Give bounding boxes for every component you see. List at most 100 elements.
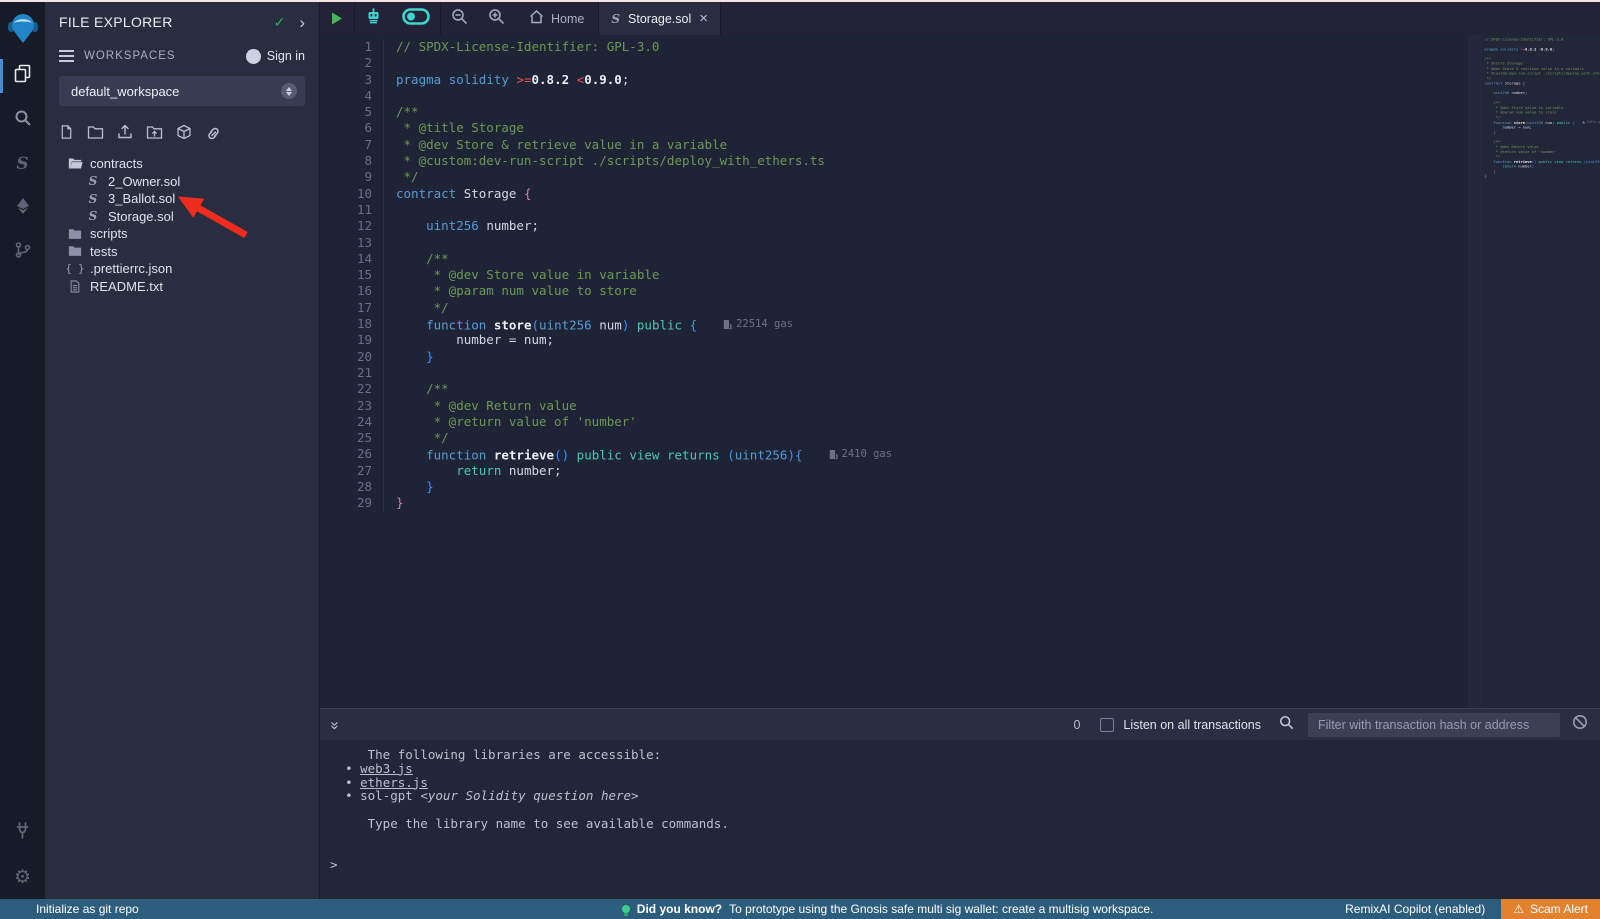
solidity-icon: S (85, 175, 101, 187)
upload-file-icon[interactable] (117, 124, 133, 145)
ai-copilot-toggle[interactable] (392, 2, 440, 35)
terminal-link-web3js[interactable]: web3.js (360, 761, 413, 776)
listen-all-transactions-checkbox[interactable] (1100, 718, 1114, 732)
solidity-file-icon: S (611, 13, 620, 25)
gear-icon: ⚙ (14, 868, 31, 887)
line-number: 17 (320, 300, 372, 316)
line-number: 12 (320, 218, 372, 234)
terminal-line: • ethers.js (330, 776, 1600, 790)
panel-expand-chevron-icon[interactable]: › (299, 14, 305, 31)
editor-scrollbar[interactable] (1468, 35, 1482, 708)
tree-item-3-ballot-sol[interactable]: S3_Ballot.sol (45, 190, 319, 208)
zoom-in-button[interactable] (478, 2, 515, 35)
code-line-19[interactable]: 19 number = num; (320, 332, 1468, 348)
terminal-line: • sol-gpt <your Solidity question here> (330, 789, 1600, 803)
line-number: 11 (320, 202, 372, 218)
workspaces-menu-icon[interactable] (59, 50, 74, 62)
line-number: 1 (320, 39, 372, 55)
tree-item-label: Storage.sol (108, 209, 174, 224)
code-line-20[interactable]: 20 } (320, 349, 1468, 365)
tree-item-contracts[interactable]: contracts (45, 155, 319, 173)
tree-item-2-owner-sol[interactable]: S2_Owner.sol (45, 173, 319, 191)
remix-logo-icon[interactable] (0, 2, 45, 54)
zoom-out-icon (451, 8, 468, 30)
terminal-header: » 0 Listen on all transactions (320, 708, 1600, 740)
sidebar-item-solidity-compiler[interactable]: S (0, 142, 45, 186)
terminal-link-ethersjs[interactable]: ethers.js (360, 775, 428, 790)
git-init-button[interactable]: Initialize as git repo (0, 902, 430, 916)
code-line-14[interactable]: 14 /** (320, 251, 1468, 267)
terminal[interactable]: The following libraries are accessible: … (320, 740, 1600, 899)
code-line-24[interactable]: 24 * @return value of 'number' (320, 414, 1468, 430)
code-line-29[interactable]: 29} (320, 495, 1468, 511)
code-line-21[interactable]: 21 (320, 365, 1468, 381)
workspace-select[interactable]: default_workspace (59, 76, 305, 106)
listen-all-transactions-label[interactable]: Listen on all transactions (1123, 718, 1261, 732)
transaction-filter-input[interactable] (1308, 713, 1560, 737)
panel-title: FILE EXPLORER (59, 14, 173, 30)
sidebar-item-search[interactable] (0, 98, 45, 142)
minimap[interactable]: // SPDX-License-Identifier: GPL-3.0pragm… (1482, 35, 1600, 708)
code-line-22[interactable]: 22 /** (320, 381, 1468, 397)
tab-close-icon[interactable]: × (699, 11, 708, 26)
clear-console-icon[interactable] (1572, 714, 1588, 735)
code-line-25[interactable]: 25 */ (320, 430, 1468, 446)
new-file-icon[interactable] (59, 124, 74, 145)
ai-assistant-button[interactable] (355, 2, 392, 35)
terminal-line (330, 803, 1600, 817)
tree-item-scripts[interactable]: scripts (45, 225, 319, 243)
code-line-10[interactable]: 10contract Storage { (320, 186, 1468, 202)
code-line-2[interactable]: 2 (320, 55, 1468, 71)
code-line-15[interactable]: 15 * @dev Store value in variable (320, 267, 1468, 283)
toggle-on-icon (402, 8, 430, 30)
terminal-line (330, 845, 1600, 859)
code-line-11[interactable]: 11 (320, 202, 1468, 218)
tree-item-storage-sol[interactable]: SStorage.sol (45, 208, 319, 226)
sidebar-item-git[interactable] (0, 230, 45, 274)
tree-item-label: 3_Ballot.sol (108, 191, 175, 206)
code-line-6[interactable]: 6 * @title Storage (320, 120, 1468, 136)
code-line-17[interactable]: 17 */ (320, 300, 1468, 316)
scam-alert-button[interactable]: ⚠ Scam Alert (1501, 899, 1600, 919)
code-line-8[interactable]: 8 * @custom:dev-run-script ./scripts/dep… (320, 153, 1468, 169)
code-line-18[interactable]: 18 function store(uint256 num) public {2… (320, 316, 1468, 332)
code-line-7[interactable]: 7 * @dev Store & retrieve value in a var… (320, 137, 1468, 153)
line-number: 29 (320, 495, 372, 511)
new-folder-icon[interactable] (87, 125, 104, 145)
sidebar-item-settings[interactable]: ⚙ (0, 855, 45, 899)
code-line-28[interactable]: 28 } (320, 479, 1468, 495)
upload-folder-icon[interactable] (146, 125, 163, 145)
code-line-4[interactable]: 4 (320, 88, 1468, 104)
sidebar-item-deploy-and-run[interactable] (0, 186, 45, 230)
tree-item-tests[interactable]: tests (45, 243, 319, 261)
check-icon: ✓ (274, 14, 286, 31)
code-line-13[interactable]: 13 (320, 235, 1468, 251)
tree-item-prettierrc-json[interactable]: { }.prettierrc.json (45, 260, 319, 278)
code-editor[interactable]: 1// SPDX-License-Identifier: GPL-3.023pr… (320, 35, 1600, 708)
code-line-23[interactable]: 23 * @dev Return value (320, 398, 1468, 414)
code-line-9[interactable]: 9 */ (320, 169, 1468, 185)
link-icon[interactable] (205, 125, 222, 145)
tab-storage-sol[interactable]: S Storage.sol × (599, 2, 721, 35)
sign-in-button[interactable]: Sign in (246, 49, 305, 64)
solidity-compiler-icon: S (16, 156, 28, 173)
code-line-16[interactable]: 16 * @param num value to store (320, 283, 1468, 299)
cube-icon[interactable] (176, 124, 192, 145)
code-line-27[interactable]: 27 return number; (320, 463, 1468, 479)
tree-item-readme-txt[interactable]: README.txt (45, 278, 319, 296)
code-line-1[interactable]: 1// SPDX-License-Identifier: GPL-3.0 (320, 39, 1468, 55)
run-script-button[interactable] (320, 2, 354, 35)
home-tab[interactable]: Home (515, 2, 598, 35)
sidebar-item-file-explorer[interactable] (0, 54, 45, 98)
terminal-collapse-icon[interactable]: » (327, 721, 344, 727)
code-line-3[interactable]: 3pragma solidity >=0.8.2 <0.9.0; (320, 72, 1468, 88)
zoom-out-button[interactable] (441, 2, 478, 35)
line-number: 16 (320, 283, 372, 299)
line-number: 26 (320, 446, 372, 462)
sidebar-item-plugin-manager[interactable] (0, 811, 45, 855)
copilot-status[interactable]: RemixAI Copilot (enabled) (1345, 902, 1485, 916)
code-line-12[interactable]: 12 uint256 number; (320, 218, 1468, 234)
code-line-5[interactable]: 5/** (320, 104, 1468, 120)
editor-toolbar: Home S Storage.sol × (320, 2, 1600, 35)
code-line-26[interactable]: 26 function retrieve() public view retur… (320, 446, 1468, 462)
